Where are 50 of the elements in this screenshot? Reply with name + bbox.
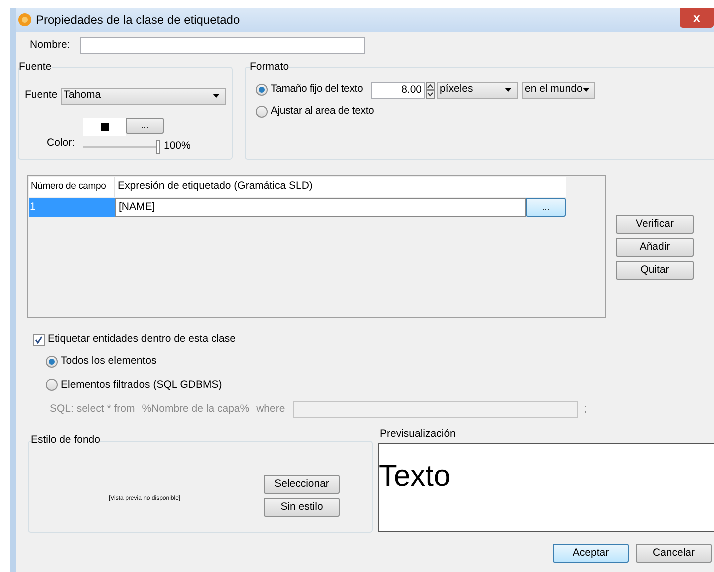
size-field[interactable]: 8.00 [371, 82, 425, 99]
expression-editor-button[interactable]: ... [526, 198, 566, 217]
preview-title: Previsualización [380, 427, 457, 442]
font-dropdown[interactable]: Tahoma [60, 88, 226, 105]
caret-icon [505, 88, 512, 92]
action-button[interactable]: Añadir [616, 238, 694, 257]
radio-label: Ajustar al area de texto [271, 104, 374, 119]
preview-text: Texto [379, 462, 452, 492]
column-header[interactable]: Expresión de etiquetado (Gramática SLD) [115, 177, 566, 197]
radio-label: Elementos filtrados (SQL GDBMS) [61, 378, 222, 392]
color-label: Color: [47, 136, 76, 151]
style-button[interactable]: Sin estilo [264, 498, 340, 517]
where-label: where [256, 402, 286, 417]
caret-icon [212, 94, 220, 98]
name-field[interactable] [80, 37, 365, 54]
opacity-reading: 100% [164, 138, 191, 154]
color-picker-button[interactable]: ... [126, 118, 164, 134]
reference-dropdown[interactable]: en el mundo [522, 82, 595, 99]
font-label: Fuente [25, 88, 58, 104]
group-title: Formato [250, 60, 290, 75]
dialog-button[interactable]: Aceptar [553, 544, 629, 564]
checkbox[interactable] [33, 334, 45, 346]
column-header[interactable]: Número de campo [29, 177, 115, 197]
action-button[interactable]: Verificar [616, 215, 694, 234]
expression-field[interactable]: [NAME] [115, 198, 526, 217]
radio-button[interactable] [46, 356, 58, 368]
name-label: Nombre: [30, 38, 72, 53]
opacity-slider[interactable] [83, 140, 160, 154]
check-icon [35, 336, 43, 344]
units-dropdown[interactable]: píxeles [437, 82, 518, 99]
radio-button[interactable] [256, 84, 268, 96]
close-button[interactable]: x [680, 8, 714, 28]
checkbox-label: Etiquetar entidades dentro de esta clase [48, 332, 236, 347]
layer-placeholder-text: %Nombre de la capa% [142, 402, 250, 417]
slider-thumb[interactable] [156, 140, 160, 154]
dialog-button[interactable]: Cancelar [636, 544, 712, 564]
app-icon [18, 13, 32, 27]
spinner-icon[interactable] [426, 82, 435, 99]
action-button[interactable]: Quitar [616, 261, 694, 280]
style-button[interactable]: Seleccionar [264, 475, 340, 494]
window-title: Propiedades de la clase de etiquetado [36, 12, 240, 29]
caret-icon [582, 88, 590, 92]
group-title: Estilo de fondo [31, 433, 100, 448]
radio-label: Todos los elementos [61, 354, 157, 369]
radio-label: Tamaño fijo del texto [271, 82, 364, 98]
radio-button[interactable] [46, 379, 58, 392]
radio-button[interactable] [256, 106, 268, 118]
semicolon-label: ; [584, 402, 588, 417]
group-title: Fuente [19, 60, 52, 75]
sql-label: SQL: select * from [50, 402, 136, 417]
